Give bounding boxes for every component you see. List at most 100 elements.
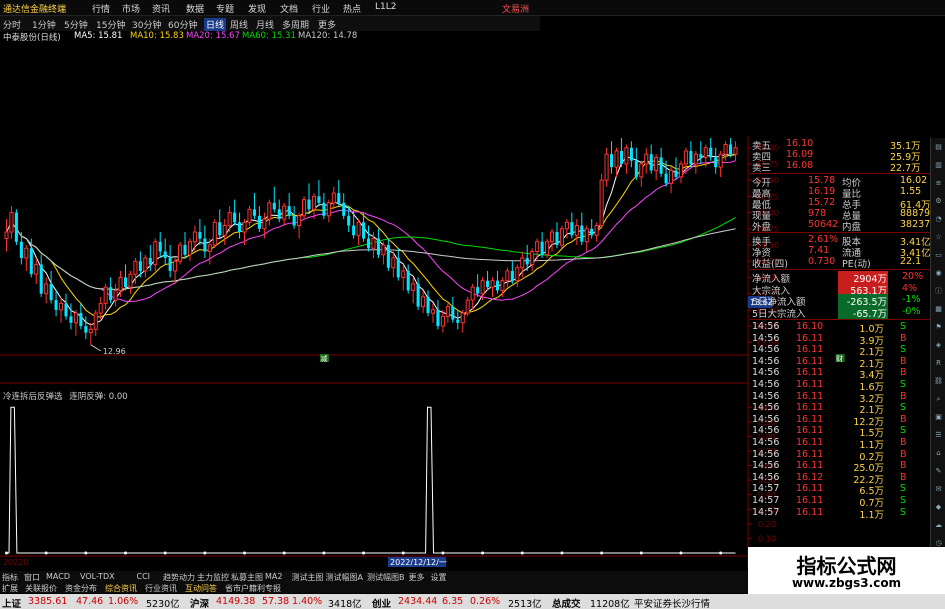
indicator-tab[interactable]: VOL-TDX [80,572,115,581]
candle [580,212,584,245]
sh-index-amount: 5230亿 [146,599,180,609]
trade-tick-row: 14:56 16.11 3.2万 B [750,391,930,405]
info-tab[interactable]: 行业资讯 [145,583,177,594]
info-tab[interactable]: 关联报价 [25,583,57,594]
tick-direction: S [900,321,907,332]
candle-body [683,150,688,165]
user-icon[interactable]: ◉ [933,268,944,279]
candle [292,206,296,229]
candle-body [639,163,644,178]
news-ticker[interactable]: 平安证券长沙行情 [634,596,710,609]
candle-body [515,267,520,282]
candle [58,296,64,323]
candle-body [714,157,718,168]
stat-label: PE(动) [842,259,871,270]
candle-body [322,202,326,216]
candle [73,309,78,336]
doc-icon[interactable]: ▤ [933,142,944,153]
divider [750,319,930,320]
indicator-zero-point [679,551,683,555]
info-tab[interactable]: 扩展 [2,583,18,594]
info-tab[interactable]: 省市户籍利专报 [225,583,281,594]
candle-body [500,280,505,291]
info-icon[interactable]: ⓘ [933,286,944,297]
candle-body [287,206,291,216]
candle-body [391,257,396,269]
candle [733,141,738,161]
indicator-tab[interactable]: MA2 [265,572,282,581]
search-icon[interactable]: ⌕ [933,394,944,405]
edit-icon[interactable]: ✎ [933,466,944,477]
indicator-tab[interactable]: CCI [137,572,151,581]
tick-time: 14:56 [752,437,780,448]
candle-body [486,280,490,288]
candle-body [307,199,311,210]
candle [540,232,544,258]
info-tab[interactable]: 资金分布 [65,583,97,594]
bell-icon[interactable]: ◔ [933,214,944,225]
candle-body [337,193,341,203]
tag-icon[interactable]: ◈ [933,340,944,351]
tick-direction: S [900,483,907,495]
info-tab[interactable]: 互动问答 [185,583,217,594]
candle [386,238,390,271]
candle-body [356,221,361,236]
candle [297,212,302,239]
candle-body [326,202,331,217]
flag-icon[interactable]: ⚑ [933,322,944,333]
fund-flow-row: 5日大宗流入 -65.7万 -0% [750,305,930,320]
candle [555,222,559,249]
cloud-icon[interactable]: ☁ [933,520,944,531]
grid-icon[interactable]: ▦ [933,304,944,315]
candle-body [664,173,668,184]
star-icon[interactable]: ☆ [933,232,944,243]
index-status-bar: 上证 3385.61 47.46 1.06% 5230亿 沪深 4149.38 … [0,594,945,609]
tick-price: 16.12 [796,471,824,483]
candle [644,147,649,174]
candle-body [401,270,406,278]
ma20-line [6,160,736,302]
candle-body [693,153,698,165]
chart-icon[interactable]: ▥ [933,160,944,171]
candle [69,303,73,330]
info-tab[interactable]: 综合资讯 [105,583,137,594]
candle-body [58,302,64,311]
indicator-tab[interactable]: MACD [46,572,70,581]
book-icon[interactable]: ▭ [933,250,944,261]
candle [584,225,589,252]
tick-time: 14:56 [752,425,780,437]
link-icon[interactable]: ⛓ [933,376,944,387]
candle-body [729,144,733,155]
watermark-url: www.zbgs3.com [791,576,902,590]
cy-index-amount: 2513亿 [508,599,542,609]
mail-icon[interactable]: ✉ [933,484,944,495]
list-icon[interactable]: ≡ [933,178,944,189]
stat-value: 2.61% [808,234,839,245]
tick-direction: S [900,344,907,356]
candle-body [406,270,410,291]
total-volume-value: 11208亿 [590,599,630,609]
candle-body [555,232,559,245]
candle [549,228,555,252]
candle [113,283,118,307]
candle-body [411,283,416,291]
pin-icon[interactable]: ◆ [933,502,944,513]
tick-time: 14:56 [752,448,780,460]
home-icon[interactable]: ⌂ [933,448,944,459]
lock-icon[interactable]: ▣ [933,412,944,423]
candle-body [14,212,18,242]
candle-body [619,150,623,164]
candle-body [614,150,619,168]
candle-body [386,245,390,268]
gear-icon[interactable]: ⚙ [933,196,944,207]
rsi-icon[interactable]: R [933,358,944,369]
candle-body [718,153,723,168]
candle [222,219,227,245]
candle [79,303,83,330]
tick-direction: B [900,448,907,460]
tick-direction: S [900,402,907,414]
cy-index-pct: 0.26% [470,596,501,607]
candle-body [331,192,336,204]
menu-icon[interactable]: ☰ [933,430,944,441]
candle-body [148,257,152,265]
